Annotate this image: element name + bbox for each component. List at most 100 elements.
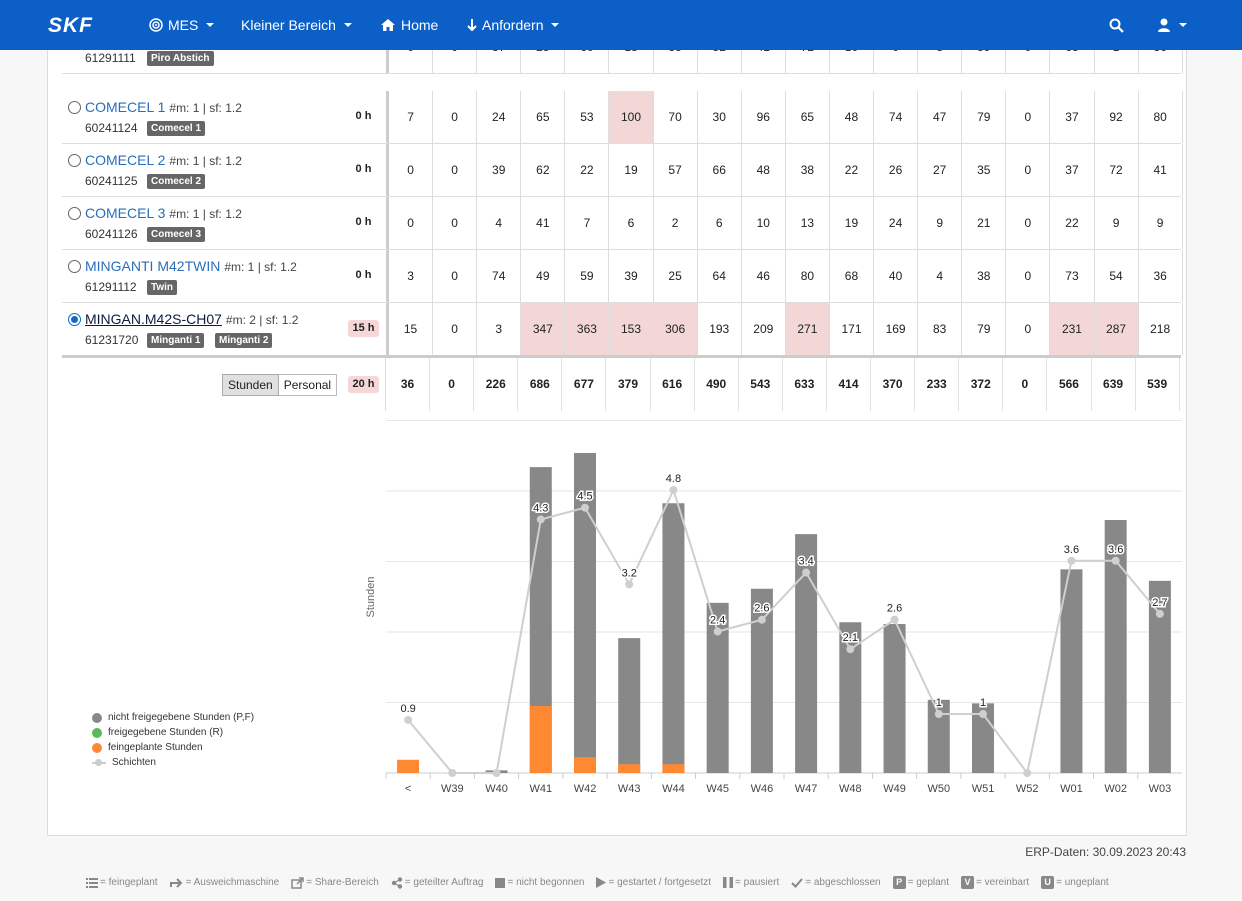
week-cell: 41	[521, 197, 566, 249]
week-cell: 0	[1006, 144, 1051, 196]
week-cell: 306	[653, 303, 698, 355]
week-cell: 46	[742, 250, 786, 302]
week-cell: 62	[521, 144, 566, 196]
legend-label: Schichten	[112, 757, 156, 768]
x-tick-label: W43	[618, 783, 641, 795]
machine-meta: #m: 1 | sf: 1.2	[169, 207, 242, 221]
schichten-label: 4.5	[577, 491, 592, 503]
week-cell: 231	[1050, 303, 1095, 355]
schichten-label: 0.9	[400, 703, 415, 715]
u-key-icon: U	[1041, 876, 1055, 889]
total-cell: 372	[959, 358, 1004, 411]
icon-legend-footer: = feingeplant = Ausweichmaschine = Share-B…	[86, 876, 1109, 889]
bar-feingeplant	[662, 764, 685, 773]
check-icon	[791, 877, 803, 888]
nav-mes[interactable]: MES	[149, 0, 215, 50]
week-cell: 30	[698, 91, 742, 143]
share-alt-icon	[391, 876, 403, 889]
schichten-point	[890, 615, 899, 624]
week-cell: 169	[874, 303, 919, 355]
machine-row: COMECEL 1 #m: 1 | sf: 1.2 60241124 Comecel …	[62, 91, 1183, 144]
machine-name-link[interactable]: COMECEL 1	[85, 99, 165, 115]
week-cell: 100	[609, 91, 654, 143]
week-cell: 0	[1006, 303, 1051, 355]
footer-legend-item: V = vereinbart	[961, 876, 1029, 889]
week-cell: 9	[918, 197, 963, 249]
machine-meta: #m: 1 | sf: 1.2	[224, 260, 297, 274]
x-tick-label: W41	[529, 783, 552, 795]
total-cell: 543	[739, 358, 783, 411]
week-cell: 9	[1095, 197, 1139, 249]
week-cell: 218	[1139, 303, 1183, 355]
x-tick-label: W45	[706, 783, 729, 795]
x-tick-label: W48	[839, 783, 862, 795]
legend-item-nicht-freigegeben[interactable]: nicht freigegebene Stunden (P,F)	[92, 710, 254, 725]
nav-bereich[interactable]: Kleiner Bereich	[241, 0, 352, 50]
week-cell: 38	[786, 144, 830, 196]
week-cell: 64	[698, 250, 742, 302]
schichten-point	[536, 515, 545, 524]
week-cell: 65	[786, 91, 830, 143]
machine-radio[interactable]	[68, 207, 81, 220]
week-cell: 4	[918, 250, 963, 302]
machine-name-link[interactable]: MINGAN.M42S-CH07	[85, 311, 222, 327]
week-cell: 70	[654, 91, 698, 143]
schichten-label: 4.8	[666, 473, 681, 485]
bar-feingeplant	[574, 757, 596, 773]
schichten-label: 3.6	[1108, 544, 1123, 556]
schichten-label: 2.6	[887, 603, 902, 615]
nav-anfordern[interactable]: Anfordern	[467, 0, 560, 50]
caret-down-icon	[206, 23, 215, 27]
machine-radio[interactable]	[68, 101, 81, 114]
week-cell: 36	[1139, 250, 1183, 302]
article-number: 61291111	[85, 51, 136, 65]
machine-name-link[interactable]: COMECEL 3	[85, 205, 165, 221]
machine-radio[interactable]	[68, 154, 81, 167]
week-cell: 26	[874, 144, 919, 196]
nav-mes-label: MES	[168, 17, 199, 33]
machine-row: MINGAN.M42S-CH07 #m: 2 | sf: 1.2 61231720 M…	[62, 303, 1183, 356]
personal-button[interactable]: Personal	[278, 374, 338, 396]
schichten-label: 2.4	[710, 615, 725, 627]
total-cell: 490	[695, 358, 739, 411]
week-cell: 287	[1094, 303, 1139, 355]
week-cell: 10	[742, 197, 786, 249]
machine-title: COMECEL 2 #m: 1 | sf: 1.2	[85, 152, 242, 168]
machine-row: COMECEL 2 #m: 1 | sf: 1.2 60241125 Comecel …	[62, 144, 1183, 197]
legend-item-schichten[interactable]: Schichten	[92, 755, 254, 770]
week-cell: 40	[874, 250, 919, 302]
machine-label: COMECEL 2 #m: 1 | sf: 1.2 60241125 Comecel …	[62, 144, 384, 196]
week-cell: 48	[830, 91, 875, 143]
nav-home[interactable]: Home	[380, 0, 438, 50]
machine-badge: Comecel 2	[147, 174, 206, 189]
week-cell: 0	[1006, 91, 1051, 143]
view-toggle: Stunden Personal	[222, 374, 338, 396]
week-cell: 22	[565, 144, 610, 196]
machine-hours: 0 h	[355, 163, 372, 175]
x-tick-label: W40	[485, 783, 508, 795]
footer-legend-item: = Ausweichmaschine	[169, 877, 279, 888]
machine-radio[interactable]	[68, 313, 81, 326]
x-tick-label: W02	[1104, 783, 1127, 795]
machine-title: MINGANTI M42TWIN #m: 1 | sf: 1.2	[85, 258, 297, 274]
week-cells: 7 0 24 65 53 100 70 30 96 65 48 74 47 79 0 37 92 80	[386, 91, 1183, 143]
footer-legend-item: = geteilter Auftrag	[391, 876, 483, 889]
legend-item-feingeplant[interactable]: feingeplante Stunden	[92, 740, 254, 755]
article-number: 61231720	[85, 333, 139, 347]
schichten-point	[1155, 609, 1164, 618]
machine-name-link[interactable]: MINGANTI M42TWIN	[85, 258, 220, 274]
legend-item-freigegeben[interactable]: freigegebene Stunden (R)	[92, 725, 254, 740]
total-cell: 379	[606, 358, 651, 411]
week-cell: 153	[609, 303, 654, 355]
machine-name-link[interactable]: COMECEL 2	[85, 152, 165, 168]
total-cell: 370	[871, 358, 916, 411]
machine-row: MINGANTI M42TWIN #m: 1 | sf: 1.2 61291112 T…	[62, 250, 1183, 303]
search-button[interactable]	[1109, 0, 1124, 50]
skf-logo[interactable]: SKF	[48, 15, 122, 35]
schichten-label: 2.6	[754, 603, 769, 615]
user-menu[interactable]	[1157, 0, 1187, 50]
schichten-point	[448, 769, 457, 777]
legend-swatch-line	[92, 758, 106, 766]
machine-radio[interactable]	[68, 260, 81, 273]
stunden-button[interactable]: Stunden	[222, 374, 279, 396]
